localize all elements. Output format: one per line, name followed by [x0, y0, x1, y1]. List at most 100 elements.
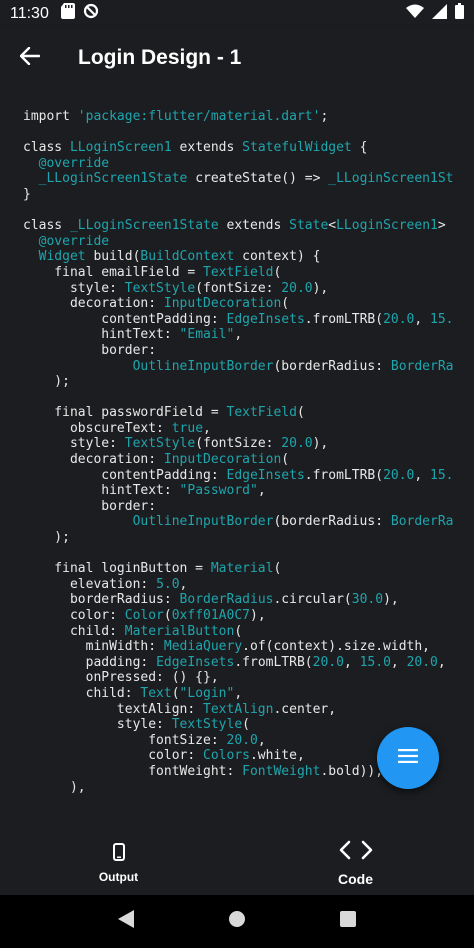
code-token: .fromLTRB(: [234, 654, 313, 670]
code-line: );: [23, 374, 474, 390]
bottom-navigation: Output Code: [0, 831, 474, 895]
code-token: ;: [320, 109, 329, 124]
code-token: OutlineInputBorder: [132, 358, 274, 374]
code-token: fontSize:: [23, 732, 227, 748]
code-token: .bold)),: [320, 763, 384, 779]
code-token: 5.0: [156, 576, 180, 592]
code-token: final passwordField =: [23, 405, 227, 421]
code-line: onPressed: () {},: [23, 670, 474, 686]
code-line: obscureText: true,: [23, 421, 474, 437]
system-home-button[interactable]: [217, 902, 257, 942]
tab-code[interactable]: Code: [237, 831, 474, 895]
status-time: 11:30: [10, 4, 49, 22]
code-token: .center,: [273, 701, 337, 717]
code-token: LLoginScreen1: [336, 218, 438, 234]
tab-output-label: Output: [98, 869, 139, 884]
tab-code-label: Code: [338, 870, 373, 887]
code-line: borderRadius: BorderRadius.circular(30.0…: [23, 592, 474, 608]
arrow-back-icon: [19, 46, 41, 70]
code-token: decoration:: [23, 452, 164, 468]
code-token: LLoginScreen1: [69, 140, 172, 156]
data-saver-icon: [83, 3, 99, 24]
code-token: style:: [23, 280, 125, 296]
phone-icon: [112, 842, 125, 866]
code-line: OutlineInputBorder(borderRadius: BorderR…: [23, 359, 474, 375]
status-right-icons: [406, 3, 464, 24]
code-token: Widget: [23, 249, 86, 265]
code-token: ,: [414, 467, 431, 483]
code-token: ,: [257, 732, 266, 748]
code-token: @override: [23, 155, 110, 171]
code-viewer[interactable]: import 'package:flutter/material.dart'; …: [0, 89, 474, 831]
code-line: textAlign: TextAlign.center,: [23, 702, 474, 718]
code-token: );: [23, 530, 70, 546]
cell-signal-icon: [432, 3, 447, 24]
code-token: final loginButton =: [23, 561, 211, 577]
code-token: InputDecoration: [163, 296, 282, 312]
code-token: 20.0: [281, 280, 313, 296]
code-token: extends: [171, 140, 243, 156]
code-token: hintText:: [23, 483, 180, 499]
code-token: 20.0: [226, 732, 258, 748]
code-token: ,: [414, 311, 431, 327]
code-token: (: [281, 452, 290, 468]
code-token: class: [23, 140, 70, 156]
code-token: TextField: [203, 264, 274, 280]
code-token: "Email": [179, 327, 235, 343]
code-token: createState() =>: [187, 171, 329, 187]
code-token: minWidth:: [23, 639, 164, 655]
code-token: TextAlign: [203, 701, 274, 717]
code-token: ,: [343, 654, 360, 670]
back-button[interactable]: [0, 27, 60, 89]
code-token: true: [171, 420, 204, 436]
code-token: _LLoginScreen1St: [328, 171, 454, 187]
code-line: contentPadding: EdgeInsets.fromLTRB(20.0…: [23, 312, 474, 328]
code-token: context) {: [234, 249, 321, 265]
code-token: contentPadding:: [23, 311, 227, 327]
code-line: @override: [23, 156, 474, 172]
code-token: ,: [203, 420, 211, 436]
code-line: decoration: InputDecoration(: [23, 452, 474, 468]
code-token: 15.: [430, 467, 454, 483]
code-token: OutlineInputBorder: [132, 514, 274, 530]
code-token: extends: [218, 218, 290, 234]
code-token: child:: [23, 685, 141, 701]
code-token: .fromLTRB(: [304, 311, 384, 327]
code-token: .white,: [249, 748, 305, 764]
code-token: build(: [85, 249, 141, 265]
system-recents-button[interactable]: [328, 902, 368, 942]
code-token: (: [234, 623, 243, 639]
code-token: padding:: [23, 654, 157, 670]
system-back-button[interactable]: [106, 902, 146, 942]
code-token: (fontSize:: [195, 280, 282, 296]
code-line: child: MaterialButton(: [23, 624, 474, 640]
code-token: Text: [140, 685, 172, 701]
code-token: InputDecoration: [163, 452, 282, 468]
code-token: }: [23, 186, 31, 202]
code-token: ),: [250, 608, 266, 623]
code-token: "Password": [179, 483, 258, 499]
code-token: ),: [383, 592, 399, 608]
code-token: 15.0: [359, 654, 391, 670]
code-token: style:: [23, 436, 125, 452]
code-token: StatefulWidget: [242, 140, 352, 156]
code-token: (: [273, 561, 282, 577]
code-token: contentPadding:: [23, 467, 227, 483]
code-token: 0xff01A0C7: [171, 608, 250, 623]
code-token: .fromLTRB(: [304, 467, 384, 483]
code-token: 30.0: [351, 592, 384, 608]
code-token: 'package:flutter/material.dart': [77, 109, 321, 124]
square-recents-icon: [340, 911, 357, 932]
code-token: (: [281, 296, 290, 312]
code-line: import 'package:flutter/material.dart';: [23, 109, 474, 125]
code-line: final emailField = TextField(: [23, 265, 474, 281]
code-token: hintText:: [23, 327, 180, 343]
code-token: Color: [124, 608, 164, 623]
code-line: hintText: "Email",: [23, 327, 474, 343]
tab-output[interactable]: Output: [0, 831, 237, 895]
code-line: color: Color(0xff01A0C7),: [23, 608, 474, 624]
menu-fab-button[interactable]: [377, 727, 439, 789]
code-token: ),: [312, 280, 329, 296]
code-token: onPressed: () {},: [23, 670, 219, 686]
